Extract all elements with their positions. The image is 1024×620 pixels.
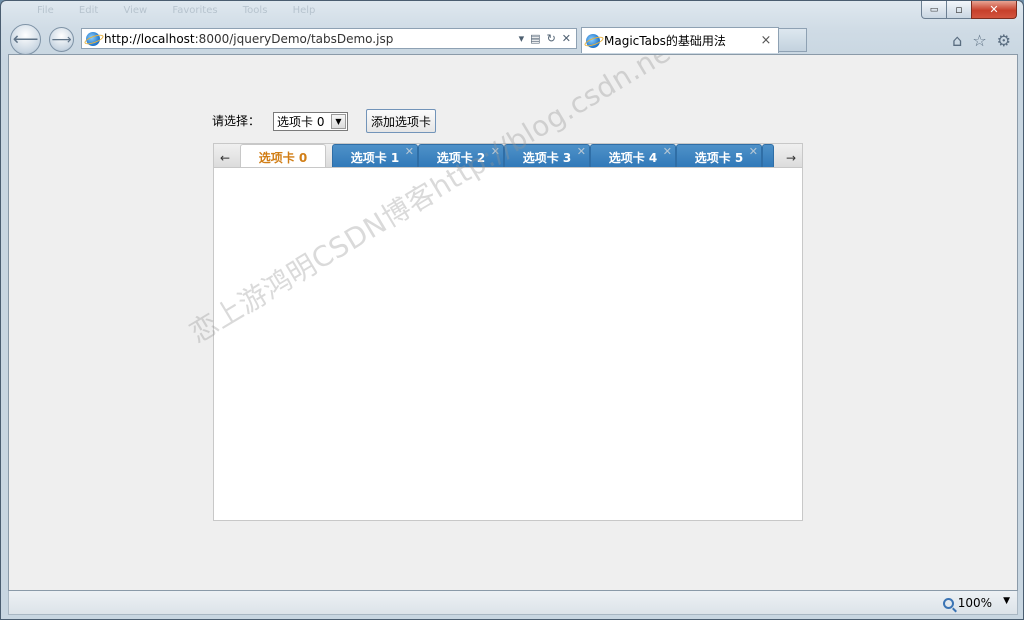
tab-label: 选项卡 5 xyxy=(694,151,744,165)
chevron-down-icon[interactable]: ▼ xyxy=(331,114,346,129)
tab-title: MagicTabs的基础用法 xyxy=(604,34,726,48)
menu-item[interactable]: Help xyxy=(293,5,316,16)
address-bar[interactable]: http://localhost:8000/jqueryDemo/tabsDem… xyxy=(81,28,577,49)
scroll-left-icon[interactable]: ← xyxy=(214,148,236,168)
zoom-icon xyxy=(942,597,954,609)
settings-gear-icon[interactable]: ⚙ xyxy=(997,31,1011,50)
tab-close-icon[interactable]: ✕ xyxy=(749,139,758,165)
menu-item[interactable]: Favorites xyxy=(172,5,217,16)
ie-page-icon xyxy=(86,31,100,46)
url-path: :8000/jqueryDemo/tabsDemo.jsp xyxy=(194,31,394,46)
refresh-icon[interactable]: ↻ xyxy=(547,32,556,45)
menu-item[interactable]: File xyxy=(37,5,54,16)
magic-tabs: ← 选项卡 0 选项卡 1 ✕ 选项卡 2 ✕ 选项卡 3 ✕ 选项卡 4 ✕ … xyxy=(213,143,803,521)
search-dropdown-icon[interactable]: ▾ xyxy=(519,32,525,45)
zoom-level: 100% xyxy=(957,596,992,610)
minimize-button[interactable]: ▭ xyxy=(921,1,947,19)
close-window-button[interactable]: ✕ xyxy=(971,1,1017,19)
url-host: http://localhost xyxy=(104,31,195,46)
forward-button[interactable]: ⟶ xyxy=(49,27,74,52)
menu-item[interactable]: Edit xyxy=(79,5,98,16)
tab-select[interactable]: 选项卡 0 ▼ xyxy=(273,112,348,131)
window-controls: ▭ ▫ ✕ xyxy=(921,1,1017,21)
maximize-icon: ▫ xyxy=(955,3,963,16)
add-tab-button[interactable]: 添加选项卡 xyxy=(366,109,437,133)
home-icon[interactable]: ⌂ xyxy=(952,31,962,50)
browser-tab[interactable]: MagicTabs的基础用法 × xyxy=(581,27,779,53)
address-tools: ▾ ▤ ↻ ✕ xyxy=(519,32,576,45)
compatibility-view-icon[interactable]: ▤ xyxy=(530,32,540,45)
tab-close-icon[interactable]: × xyxy=(758,33,774,48)
zoom-control[interactable]: 100% ▼ xyxy=(942,596,1010,610)
back-arrow-icon: ⟵ xyxy=(12,29,39,50)
toolbar-right: ⌂ ☆ ⚙ xyxy=(952,31,1011,50)
tab-label: 选项卡 0 xyxy=(258,151,308,165)
menu-bar: File Edit View Favorites Tools Help xyxy=(37,5,337,16)
tab-4[interactable]: 选项卡 4 ✕ xyxy=(590,144,676,168)
close-icon: ✕ xyxy=(989,3,999,16)
tab-label: 选项卡 1 xyxy=(350,151,400,165)
tab-overflow[interactable] xyxy=(762,144,774,168)
menu-item[interactable]: Tools xyxy=(243,5,268,16)
forward-arrow-icon: ⟶ xyxy=(51,31,72,48)
tab-favicon-icon xyxy=(586,33,600,48)
status-bar: 100% ▼ xyxy=(8,591,1018,615)
tab-5[interactable]: 选项卡 5 ✕ xyxy=(676,144,762,168)
page-viewport: 请选择： 选项卡 0 ▼ 添加选项卡 ← 选项卡 0 选项卡 1 ✕ 选项卡 2… xyxy=(8,54,1018,591)
new-tab-button[interactable] xyxy=(779,28,807,52)
tab-select-value: 选项卡 0 xyxy=(277,115,325,129)
maximize-button[interactable]: ▫ xyxy=(946,1,972,19)
zoom-dropdown-icon[interactable]: ▼ xyxy=(1003,596,1010,606)
tab-label: 选项卡 4 xyxy=(608,151,658,165)
tab-close-icon[interactable]: ✕ xyxy=(663,139,672,165)
tab-content-panel xyxy=(213,167,803,521)
tab-1[interactable]: 选项卡 1 ✕ xyxy=(332,144,418,168)
tab-close-icon[interactable]: ✕ xyxy=(405,139,414,165)
stop-icon[interactable]: ✕ xyxy=(562,32,571,45)
url-text[interactable]: http://localhost:8000/jqueryDemo/tabsDem… xyxy=(104,32,519,46)
minimize-icon: ▭ xyxy=(929,4,939,15)
select-label: 请选择： xyxy=(212,114,261,128)
favorites-star-icon[interactable]: ☆ xyxy=(972,31,986,50)
back-button[interactable]: ⟵ xyxy=(10,24,41,55)
scroll-right-icon[interactable]: → xyxy=(780,148,802,168)
browser-window: File Edit View Favorites Tools Help ▭ ▫ … xyxy=(0,0,1024,620)
menu-item[interactable]: View xyxy=(123,5,147,16)
tab-close-icon[interactable]: ✕ xyxy=(577,139,586,165)
